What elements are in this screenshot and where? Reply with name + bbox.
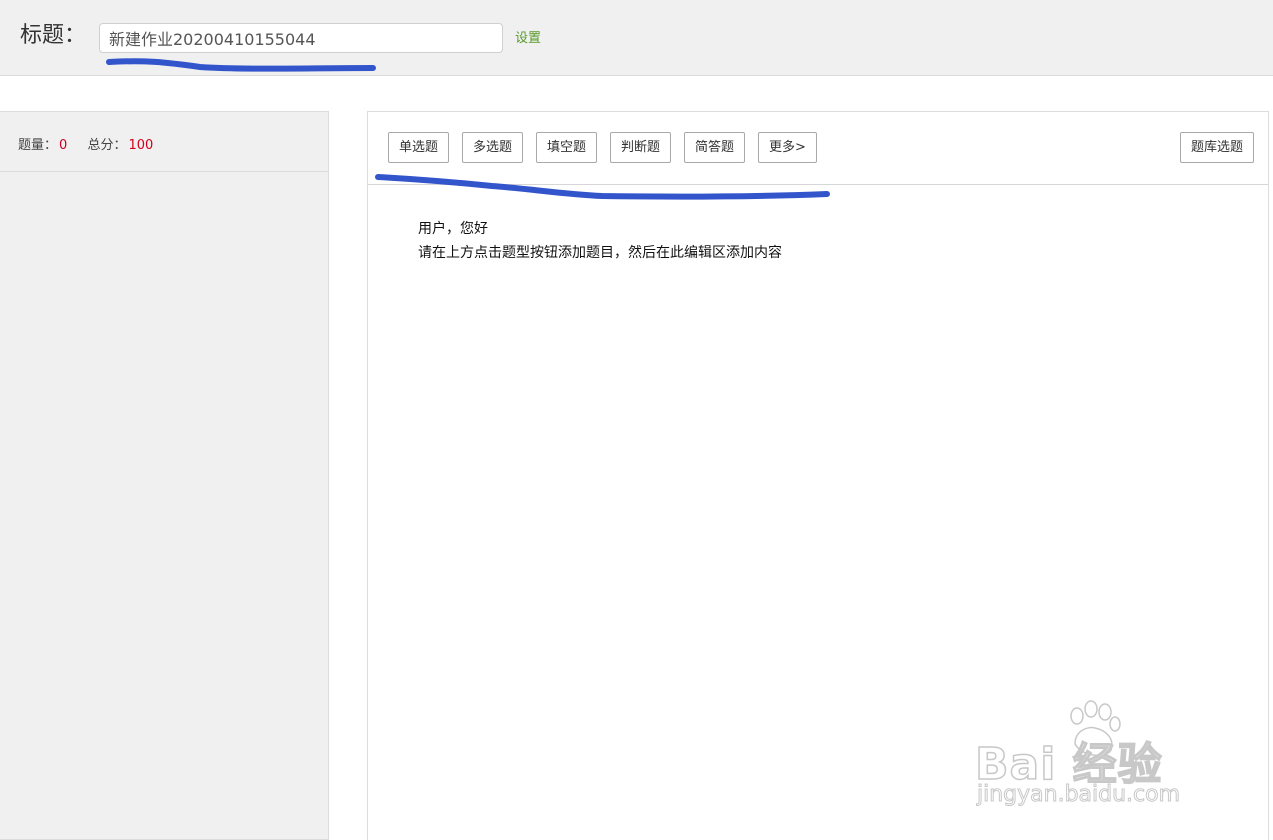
sidebar: 题量： 0 总分： 100 bbox=[0, 111, 329, 840]
multiple-choice-button[interactable]: 多选题 bbox=[462, 132, 524, 163]
single-choice-button[interactable]: 单选题 bbox=[388, 132, 450, 163]
editor-instruction: 请在上方点击题型按钮添加题目，然后在此编辑区添加内容 bbox=[418, 245, 782, 261]
question-count-value: 0 bbox=[59, 138, 68, 153]
question-count-label: 题量： bbox=[18, 138, 58, 153]
short-answer-button[interactable]: 简答题 bbox=[684, 132, 746, 163]
more-types-button[interactable]: 更多> bbox=[758, 132, 817, 163]
title-label: 标题： bbox=[20, 23, 87, 48]
total-score-label: 总分： bbox=[87, 138, 127, 153]
question-stats: 题量： 0 总分： 100 bbox=[0, 112, 328, 172]
true-false-button[interactable]: 判断题 bbox=[610, 132, 672, 163]
header-bar: 标题： 设置 bbox=[0, 0, 1273, 76]
question-bank-button[interactable]: 题库选题 bbox=[1180, 132, 1255, 163]
editor-greeting: 用户，您好 bbox=[418, 221, 488, 237]
fill-blank-button[interactable]: 填空题 bbox=[536, 132, 598, 163]
settings-link[interactable]: 设置 bbox=[515, 30, 541, 48]
question-type-toolbar: 单选题 多选题 填空题 判断题 简答题 更多> 题库选题 bbox=[368, 112, 1268, 185]
total-score-value: 100 bbox=[128, 138, 154, 153]
editor-panel: 单选题 多选题 填空题 判断题 简答题 更多> 题库选题 用户，您好 请在上方点… bbox=[367, 111, 1269, 840]
title-input[interactable] bbox=[99, 23, 503, 53]
editor-area[interactable]: 用户，您好 请在上方点击题型按钮添加题目，然后在此编辑区添加内容 bbox=[418, 217, 782, 265]
